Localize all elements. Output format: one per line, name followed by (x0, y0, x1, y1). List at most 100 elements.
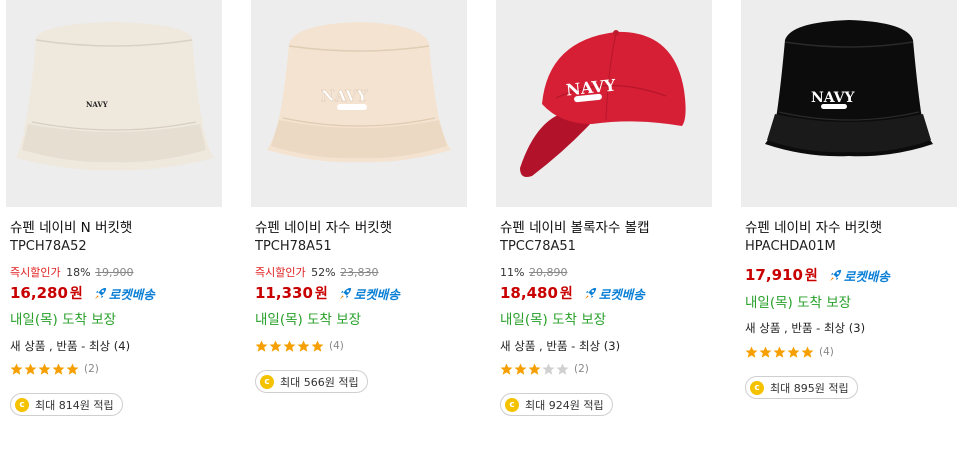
ball-cap-red-icon: NAVY (496, 0, 712, 207)
sale-price: 17,910 (745, 266, 803, 284)
discount-label: 즉시할인가 (10, 266, 61, 279)
rocket-icon (584, 287, 596, 299)
reward-text: 최대 566원 적립 (280, 375, 359, 389)
rocket-label: 로켓배송 (108, 286, 155, 302)
price-line: 18,480 원 로켓배송 (500, 283, 645, 303)
star-icon (745, 346, 758, 358)
product-card[interactable]: NAVY 슈펜 네이비 자수 버킷햇 HPACHDA01M 17,910 원 로… (741, 0, 959, 455)
star-icon (297, 340, 310, 352)
star-icon (24, 363, 37, 375)
condition-text: 새 상품 , 반품 - 최상 (4) (10, 339, 131, 353)
star-icon (52, 363, 65, 375)
coin-icon: c (260, 374, 274, 389)
product-code: TPCC78A51 (500, 239, 576, 254)
product-code: TPCH78A51 (255, 239, 332, 254)
rocket-label: 로켓배송 (353, 286, 400, 302)
reward-badge: c 최대 814원 적립 (10, 393, 123, 416)
product-title[interactable]: 슈펜 네이비 자수 버킷햇 (745, 219, 882, 237)
reward-text: 최대 814원 적립 (35, 398, 114, 412)
star-icon (269, 340, 282, 352)
delivery-guarantee: 내일(목) 도착 보장 (255, 312, 362, 328)
condition-text: 새 상품 , 반품 - 최상 (3) (500, 339, 621, 353)
delivery-guarantee: 내일(목) 도착 보장 (500, 312, 607, 328)
star-icon (311, 340, 324, 352)
bucket-hat-black-icon: NAVY (741, 0, 957, 207)
product-image[interactable]: NAVY (251, 0, 467, 207)
rocket-icon (829, 269, 841, 281)
rocket-label: 로켓배송 (843, 268, 890, 284)
star-empty-icon (542, 363, 555, 375)
svg-text:NAVY: NAVY (86, 100, 109, 109)
product-card[interactable]: NAVY 슈펜 네이비 볼록자수 볼캡 TPCC78A51 11% 20,890… (496, 0, 714, 455)
svg-text:NAVY: NAVY (321, 87, 368, 105)
product-title[interactable]: 슈펜 네이비 N 버킷햇 (10, 219, 132, 237)
star-icon (10, 363, 23, 375)
reward-badge: c 최대 566원 적립 (255, 370, 368, 393)
price-unit: 원 (314, 286, 328, 302)
coin-icon: c (505, 397, 519, 412)
discount-rate: 18% (66, 266, 91, 279)
coin-icon: c (750, 380, 764, 395)
star-icon (500, 363, 513, 375)
product-image[interactable]: NAVY (496, 0, 712, 207)
product-image[interactable]: NAVY (741, 0, 957, 207)
rocket-delivery-badge: 로켓배송 (338, 284, 400, 303)
reward-badge: c 최대 924원 적립 (500, 393, 613, 416)
rating[interactable]: (4) (255, 339, 344, 353)
discount-rate: 11% (500, 266, 525, 279)
product-title[interactable]: 슈펜 네이비 볼록자수 볼캡 (500, 219, 650, 237)
rating[interactable]: (2) (10, 362, 99, 376)
star-icon (528, 363, 541, 375)
star-icon (801, 346, 814, 358)
price-unit: 원 (69, 286, 83, 302)
price-unit: 원 (559, 286, 573, 302)
price-unit: 원 (804, 268, 818, 284)
star-icon (66, 363, 79, 375)
original-price: 23,830 (340, 266, 379, 279)
condition-text: 새 상품 , 반품 - 최상 (3) (745, 321, 866, 335)
bucket-hat-beige-icon: NAVY (251, 0, 467, 207)
star-icon (283, 340, 296, 352)
rocket-delivery-badge: 로켓배송 (93, 284, 155, 303)
product-card[interactable]: NAVY 슈펜 네이비 N 버킷햇 TPCH78A52 즉시할인가 18% 19… (6, 0, 224, 455)
delivery-guarantee: 내일(목) 도착 보장 (745, 295, 852, 311)
star-icon (787, 346, 800, 358)
product-card[interactable]: NAVY 슈펜 네이비 자수 버킷햇 TPCH78A51 즉시할인가 52% 2… (251, 0, 469, 455)
reward-text: 최대 924원 적립 (525, 398, 604, 412)
reward-text: 최대 895원 적립 (770, 381, 849, 395)
rating[interactable]: (4) (745, 345, 834, 359)
rocket-icon (94, 287, 106, 299)
product-code: HPACHDA01M (745, 239, 836, 254)
rating-count: (4) (819, 346, 834, 358)
discount-rate: 52% (311, 266, 336, 279)
rocket-label: 로켓배송 (598, 286, 645, 302)
bucket-hat-cream-icon: NAVY (6, 0, 222, 207)
product-image[interactable]: NAVY (6, 0, 222, 207)
sale-price: 11,330 (255, 284, 313, 302)
rating-count: (2) (84, 363, 99, 375)
rating-count: (4) (329, 340, 344, 352)
star-icon (255, 340, 268, 352)
sale-price: 16,280 (10, 284, 68, 302)
reward-badge: c 최대 895원 적립 (745, 376, 858, 399)
rating-count: (2) (574, 363, 589, 375)
star-empty-icon (556, 363, 569, 375)
discount-line: 즉시할인가 52% 23,830 (255, 266, 379, 280)
star-icon (514, 363, 527, 375)
sale-price: 18,480 (500, 284, 558, 302)
price-line: 11,330 원 로켓배송 (255, 283, 400, 303)
original-price: 20,890 (528, 266, 568, 279)
rocket-delivery-badge: 로켓배송 (828, 266, 890, 285)
product-title[interactable]: 슈펜 네이비 자수 버킷햇 (255, 219, 392, 237)
svg-text:NAVY: NAVY (811, 90, 856, 106)
rocket-icon (339, 287, 351, 299)
rating[interactable]: (2) (500, 362, 589, 376)
discount-line: 즉시할인가 18% 19,900 (10, 266, 134, 280)
star-icon (773, 346, 786, 358)
discount-line: 11% 20,890 (500, 266, 567, 280)
coin-icon: c (15, 397, 29, 412)
star-icon (759, 346, 772, 358)
original-price: 19,900 (95, 266, 134, 279)
delivery-guarantee: 내일(목) 도착 보장 (10, 312, 117, 328)
price-line: 16,280 원 로켓배송 (10, 283, 155, 303)
